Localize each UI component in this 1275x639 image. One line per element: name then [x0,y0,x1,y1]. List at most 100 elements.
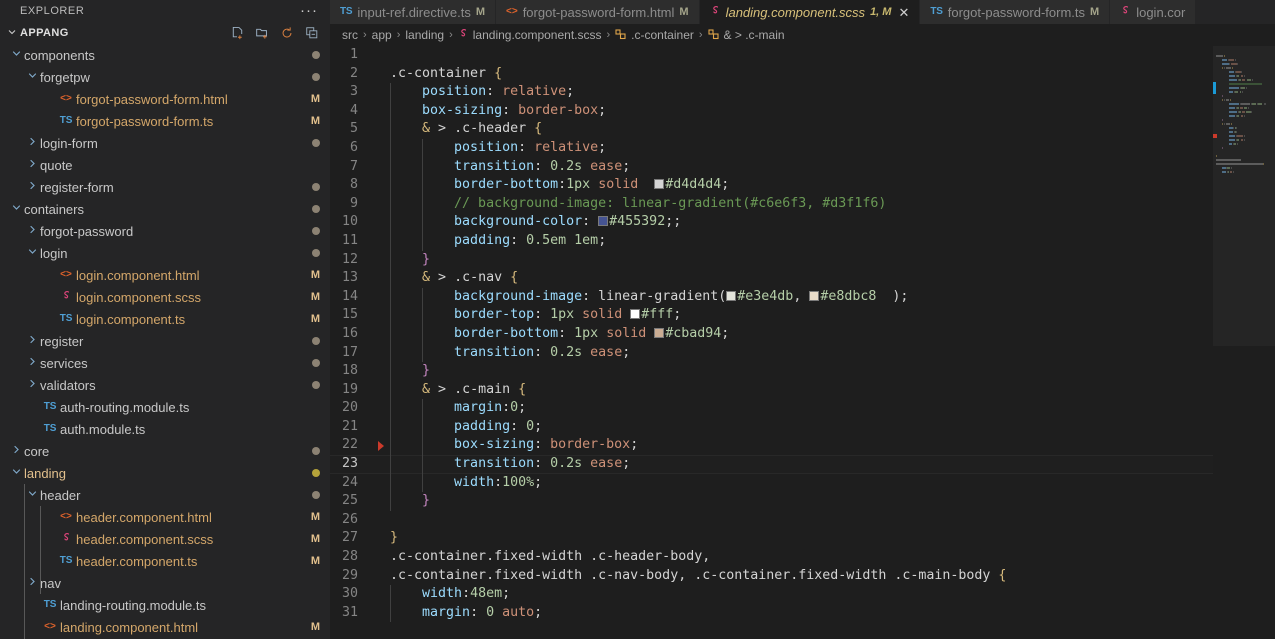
code-line[interactable]: 24 width:100%; [330,473,1213,493]
tree-item[interactable]: validators [0,374,330,396]
code-line[interactable]: 4 box-sizing: border-box; [330,101,1213,121]
tree-item[interactable]: TS login.component.ts M [0,308,330,330]
code-line[interactable]: 27} [330,529,1213,548]
code-line[interactable]: 20 margin:0; [330,399,1213,418]
code-line[interactable]: 6 position: relative; [330,138,1213,158]
tree-item[interactable]: TS forgot-password-form.ts M [0,110,330,132]
code-line[interactable]: 28 .c-container.fixed-width .c-header-bod… [330,548,1213,567]
indent-guide [390,417,391,437]
explorer-more-actions-icon[interactable]: ··· [300,3,318,18]
tree-item[interactable]: forgot-password [0,220,330,242]
tree-item[interactable]: TS auth-routing.module.ts [0,396,330,418]
editor-tab[interactable]: TS forgot-password-form.ts M [920,0,1111,24]
code-line[interactable]: 9 // background-image: linear-gradient(#… [330,194,1213,214]
tree-item[interactable]: TS auth.module.ts [0,418,330,440]
editor-tab[interactable]: login.cor [1110,0,1197,24]
code-line[interactable]: 15 border-top: 1px solid #fff; [330,306,1213,325]
tab-close-icon[interactable]: ✕ [898,6,909,19]
tree-item[interactable]: services [0,352,330,374]
tree-item[interactable]: <> landing.component.html M [0,616,330,638]
html-file-icon: <> [44,621,56,632]
minimap-token [1240,115,1244,117]
breadcrumb[interactable]: src › app › landing › landing.component.scss ›.… [330,24,1275,46]
tree-item[interactable]: forgetpw [0,66,330,88]
code-line-text: border-top: 1px solid #fff; [390,306,1213,325]
code-line[interactable]: 10 background-color: #455392;; [330,213,1213,232]
code-line[interactable]: 7 transition: 0.2s ease; [330,157,1213,177]
new-file-icon[interactable] [227,23,247,43]
code-line-text: } [390,362,1213,381]
breadcrumb-item[interactable]: .c-container [615,28,694,43]
code-line[interactable]: 2 .c-container { [330,65,1213,84]
code-line[interactable]: 5 & > .c-header { [330,120,1213,139]
code-line[interactable]: 18 } [330,362,1213,381]
tree-item[interactable]: landing [0,462,330,484]
file-tree[interactable]: components forgetpw <> forgot-password-form… [0,44,330,639]
code-line-text: margin: 0 auto; [390,603,1213,623]
breadcrumb-label: app [371,28,392,42]
breadcrumb-item[interactable]: app [372,28,392,42]
tree-item[interactable]: <> header.component.html M [0,506,330,528]
breadcrumb-item[interactable]: & > .c-main [707,28,785,43]
code-line[interactable]: 12 } [330,250,1213,270]
code-token: linear-gradient [598,288,719,304]
tree-item[interactable]: login-form [0,132,330,154]
tree-item[interactable]: nav [0,572,330,594]
code-line[interactable]: 22 box-sizing: border-box; [330,436,1213,456]
editor-tab[interactable]: TS input-ref.directive.ts M [330,0,496,24]
code-line[interactable]: 17 transition: 0.2s ease; [330,343,1213,363]
tree-item-label: header [40,487,81,503]
tree-item[interactable]: <> forgot-password-form.html M [0,88,330,110]
editor-tab[interactable]: landing.component.scss 1, M ✕ [699,0,921,24]
tree-item-label: register [40,333,84,349]
code-line[interactable]: 26 [330,511,1213,530]
tree-item[interactable]: login [0,242,330,264]
code-line-text: } [390,529,1213,548]
tree-item[interactable]: header [0,484,330,506]
new-folder-icon[interactable] [252,23,272,43]
code-line[interactable]: 31 margin: 0 auto; [330,603,1213,623]
code-line-text: & > .c-header { [390,120,1213,139]
tree-item[interactable]: register-form [0,176,330,198]
code-line[interactable]: 29 .c-container.fixed-width .c-nav-body, … [330,567,1213,586]
minimap[interactable] [1213,46,1275,639]
minimap-token [1246,111,1251,113]
code-line[interactable]: 25 } [330,492,1213,511]
code-line[interactable]: 3 position: relative; [330,83,1213,102]
tree-item[interactable]: core [0,440,330,462]
workspace-folder-header[interactable]: APPANG [0,22,330,44]
breadcrumb-item[interactable]: landing.component.scss [458,28,602,42]
tree-item[interactable]: quote [0,154,330,176]
minimap-token [1247,107,1249,109]
tree-item[interactable]: login.component.scss M [0,286,330,308]
code-line[interactable]: 1 [330,46,1213,65]
tree-item[interactable]: TS header.component.ts M [0,550,330,572]
minimap-token [1216,55,1224,57]
editor-tab-bar[interactable]: TS input-ref.directive.ts M <> forgot-passwo… [330,0,1275,24]
editor-tab[interactable]: <> forgot-password-form.html M [496,0,700,24]
code-line[interactable]: 11 padding: 0.5em 1em; [330,231,1213,251]
collapse-all-icon[interactable] [302,23,322,43]
code-lines[interactable]: 1 2 .c-container {3 position: relative; 4 b… [330,46,1213,639]
code-token: #d4d4d4 [665,177,722,193]
indent-guide [422,287,424,307]
line-number: 9 [349,195,358,211]
code-line[interactable]: 8 border-bottom:1px solid #d4d4d4; [330,176,1213,195]
code-line[interactable]: 21 padding: 0; [330,417,1213,437]
tree-item[interactable]: containers [0,198,330,220]
code-line[interactable]: 23 transition: 0.2s ease; [330,455,1213,474]
refresh-icon[interactable] [277,23,297,43]
tree-item[interactable]: register [0,330,330,352]
tree-item[interactable]: <> login.component.html M [0,264,330,286]
code-line[interactable]: 19 & > .c-main { [330,380,1213,400]
code-line[interactable]: 30 width:48em; [330,585,1213,604]
breadcrumb-item[interactable]: src [342,28,358,42]
code-line[interactable]: 13 & > .c-nav { [330,269,1213,288]
code-line[interactable]: 16 border-bottom: 1px solid #cbad94; [330,324,1213,344]
breadcrumb-item[interactable]: landing [405,28,444,42]
tree-item[interactable]: components [0,44,330,66]
tree-item[interactable]: TS landing-routing.module.ts [0,594,330,616]
code-line[interactable]: 14 background-image: linear-gradient(#e3… [330,287,1213,307]
tree-item[interactable]: header.component.scss M [0,528,330,550]
line-number: 24 [341,474,358,490]
